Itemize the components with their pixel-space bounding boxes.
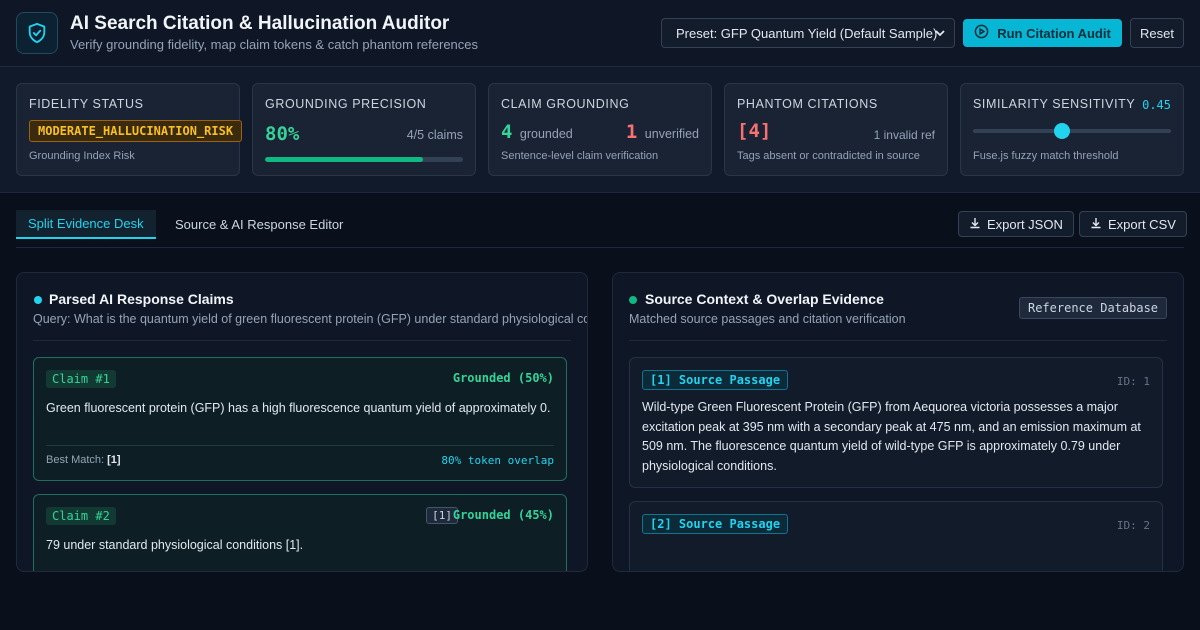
- status-dot: [34, 296, 42, 304]
- grounded-count: 4: [501, 121, 513, 143]
- play-circle-icon: [974, 24, 989, 42]
- precision-progress-fill: [265, 157, 424, 162]
- grounding-precision-card: GROUNDING PRECISION 80% 4/5 claims: [252, 83, 476, 176]
- claim-badge: Claim #1: [46, 370, 116, 388]
- source-badge: [2] Source Passage: [642, 514, 789, 534]
- phantom-foot: Tags absent or contradicted in source: [737, 150, 920, 162]
- unverified-label: unverified: [644, 127, 699, 141]
- precision-value: 80%: [265, 123, 300, 145]
- best-match-label: Best Match:: [46, 454, 105, 466]
- export-csv-label: Export CSV: [1108, 216, 1176, 232]
- tab-source-editor[interactable]: Source & AI Response Editor: [163, 210, 355, 239]
- source-divider: [629, 340, 1167, 341]
- source-passage-card: [2] Source Passage ID: 2: [629, 501, 1163, 571]
- export-csv-button[interactable]: Export CSV: [1079, 211, 1187, 237]
- source-panel-title: Source Context & Overlap Evidence: [645, 291, 884, 307]
- claim-divider: [46, 445, 554, 446]
- best-match-ref[interactable]: [1]: [107, 454, 120, 466]
- source-passage-card: [1] Source Passage ID: 1 Wild-type Green…: [629, 357, 1163, 488]
- export-json-label: Export JSON: [987, 216, 1063, 232]
- phantom-label: PHANTOM CITATIONS: [737, 97, 878, 111]
- sensitivity-value: 0.45: [1142, 98, 1171, 112]
- source-badge: [1] Source Passage: [642, 370, 789, 390]
- source-id: ID: 1: [1116, 375, 1150, 388]
- claim-grounding-card: CLAIM GROUNDING 4 grounded 1 unverified …: [488, 83, 712, 176]
- claim-text: 79 under standard physiological conditio…: [46, 538, 304, 552]
- sensitivity-foot: Fuse.js fuzzy match threshold: [973, 150, 1119, 162]
- slider-thumb[interactable]: [1054, 123, 1071, 139]
- claim-badge: Claim #2: [46, 507, 116, 525]
- preset-select[interactable]: Preset: GFP Quantum Yield (Default Sampl…: [661, 18, 955, 48]
- phantom-value: [4]: [737, 120, 772, 142]
- claim-status: Grounded (45%): [452, 508, 554, 522]
- precision-claims: 4/5 claims: [406, 128, 463, 142]
- shield-check-icon: [16, 12, 58, 54]
- grounded-label: grounded: [519, 127, 573, 141]
- download-icon: [1090, 217, 1102, 232]
- sensitivity-slider[interactable]: [973, 123, 1171, 139]
- fidelity-label: FIDELITY STATUS: [29, 97, 144, 111]
- run-audit-button[interactable]: Run Citation Audit: [963, 19, 1122, 47]
- risk-badge: MODERATE_HALLUCINATION_RISK: [29, 120, 243, 142]
- source-panel-subtitle: Matched source passages and citation ver…: [629, 312, 906, 326]
- chevron-down-icon: [934, 27, 946, 42]
- claim-text: Green fluorescent protein (GFP) has a hi…: [46, 401, 551, 415]
- claim-overlap: 80% token overlap: [441, 454, 554, 467]
- claims-panel: Parsed AI Response Claims Query: What is…: [16, 272, 588, 572]
- claim-best-match: Best Match: [1]: [46, 454, 121, 466]
- source-text: Wild-type Green Fluorescent Protein (GFP…: [642, 400, 1141, 473]
- grounding-label: CLAIM GROUNDING: [501, 97, 630, 111]
- claims-panel-title: Parsed AI Response Claims: [49, 291, 234, 307]
- reference-database-badge[interactable]: Reference Database: [1019, 297, 1167, 319]
- app-title: AI Search Citation & Hallucination Audit…: [70, 13, 450, 34]
- precision-progress-bar: [265, 157, 463, 162]
- grounding-foot: Sentence-level claim verification: [501, 150, 659, 162]
- sensitivity-label: SIMILARITY SENSITIVITY: [973, 97, 1136, 111]
- status-dot: [629, 296, 637, 304]
- unverified-count: 1: [625, 121, 638, 143]
- source-id: ID: 2: [1116, 519, 1150, 532]
- claim-status: Grounded (50%): [452, 371, 554, 385]
- download-icon: [969, 217, 981, 232]
- source-panel: Source Context & Overlap Evidence Matche…: [612, 272, 1184, 572]
- run-audit-label: Run Citation Audit: [997, 25, 1111, 41]
- similarity-sensitivity-card: SIMILARITY SENSITIVITY 0.45 Fuse.js fuzz…: [960, 83, 1184, 176]
- precision-label: GROUNDING PRECISION: [265, 97, 427, 111]
- claims-query: Query: What is the quantum yield of gree…: [33, 312, 588, 326]
- fidelity-status-card: FIDELITY STATUS MODERATE_HALLUCINATION_R…: [16, 83, 243, 176]
- fidelity-foot: Grounding Index Risk: [29, 150, 135, 162]
- claim-card[interactable]: Claim #1 Grounded (50%) Green fluorescen…: [33, 357, 567, 481]
- reset-button[interactable]: Reset: [1130, 18, 1184, 48]
- metrics-strip: FIDELITY STATUS MODERATE_HALLUCINATION_R…: [0, 67, 1200, 193]
- export-json-button[interactable]: Export JSON: [958, 211, 1074, 237]
- phantom-citations-card: PHANTOM CITATIONS [4] 1 invalid ref Tags…: [724, 83, 948, 176]
- app-header: AI Search Citation & Hallucination Audit…: [0, 0, 1200, 67]
- phantom-invalid: 1 invalid ref: [873, 128, 935, 142]
- tabs-divider: [16, 247, 1184, 248]
- app-subtitle: Verify grounding fidelity, map claim tok…: [70, 37, 479, 52]
- claims-divider: [33, 340, 571, 341]
- preset-select-value: Preset: GFP Quantum Yield (Default Sampl…: [676, 25, 938, 41]
- tab-split-evidence-desk[interactable]: Split Evidence Desk: [16, 210, 156, 239]
- claim-card[interactable]: Claim #2 [1] Grounded (45%) 79 under sta…: [33, 494, 567, 571]
